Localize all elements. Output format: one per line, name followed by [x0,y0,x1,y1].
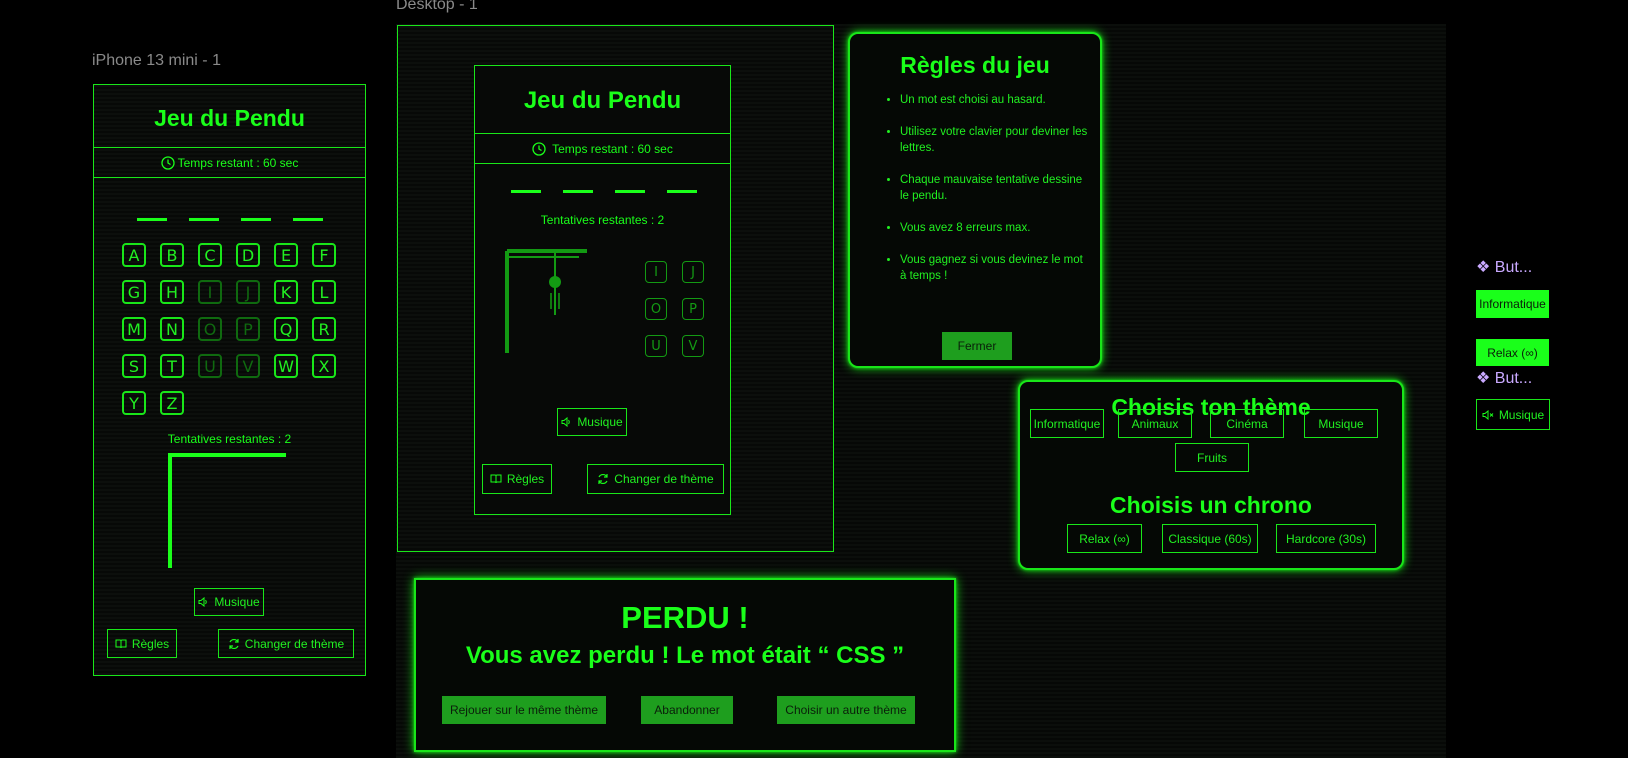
letter-key-m[interactable]: M [122,317,146,341]
desktop-rules-button[interactable]: Règles [482,464,552,494]
mobile-frame: Jeu du Pendu Temps restant : 60 sec ABCD… [93,84,366,676]
used-letter-i: I [645,261,667,283]
letter-key-y[interactable]: Y [122,391,146,415]
lose-title: PERDU ! [621,600,749,635]
theme-options: Informatique Animaux Cinéma Musique Fruits Re… [1020,382,1402,568]
refresh-icon [228,638,240,650]
mobile-attempts: Tentatives restantes : 2 [167,432,292,446]
replay-same-theme-button[interactable]: Rejouer sur le même thème [442,696,606,724]
mobile-change-theme-label: Changer de thème [244,636,345,651]
letter-key-d[interactable]: D [236,243,260,267]
desktop-frame-label: Desktop - 1 [396,0,478,13]
letter-key-b[interactable]: B [160,243,184,267]
letter-key-z[interactable]: Z [160,391,184,415]
desktop-rules-label: Règles [506,472,545,486]
component-music-button[interactable]: Musique [1476,399,1550,430]
mobile-rules-label: Règles [131,636,170,651]
used-letter-o: O [645,298,667,320]
theme-option-animaux[interactable]: Animaux [1118,409,1192,438]
letter-key-l[interactable]: L [312,280,336,304]
lose-modal: PERDU ! Vous avez perdu ! Le mot était “… [414,578,956,752]
mobile-change-theme-button[interactable]: Changer de thème [218,629,354,658]
rule-item: Un mot est choisi au hasard. [900,92,1090,108]
chrono-option-1[interactable]: Classique (60s) [1162,524,1258,553]
chrono-option-2[interactable]: Hardcore (30s) [1276,524,1376,553]
letter-key-v: V [236,354,260,378]
desktop-music-button[interactable]: Musique [557,408,627,436]
letter-key-q[interactable]: Q [274,317,298,341]
letter-key-w[interactable]: W [274,354,298,378]
desktop-game-card: Jeu du Pendu Temps restant : 60 sec Tent… [474,65,731,515]
letter-key-k[interactable]: K [274,280,298,304]
gallows-post [168,453,172,568]
letter-key-a[interactable]: A [122,243,146,267]
letter-key-c[interactable]: C [198,243,222,267]
letter-key-p: P [236,317,260,341]
used-letter-p: P [682,298,704,320]
theme-option-cinema[interactable]: Cinéma [1210,409,1284,438]
speaker-muted-icon [1482,409,1494,420]
letter-key-j: J [236,280,260,304]
rules-list: Un mot est choisi au hasard. Utilisez vot… [900,92,1090,300]
letter-key-x[interactable]: X [312,354,336,378]
component-relax-button[interactable]: Relax (∞) [1476,339,1549,366]
desktop-change-theme-label: Changer de thème [614,472,714,486]
desktop-used-letters: IJOPUV [475,66,730,514]
letter-key-f[interactable]: F [312,243,336,267]
mobile-keyboard: ABCDEF GHIJKL MNOPQR STUVWX YZ [94,85,365,675]
used-letter-j: J [682,261,704,283]
used-letter-u: U [645,335,667,357]
speaker-icon [198,597,209,607]
letter-key-o: O [198,317,222,341]
desktop-music-label: Musique [577,415,623,429]
book-icon [115,639,127,649]
refresh-icon [597,473,609,485]
rules-modal: Règles du jeu Un mot est choisi au hasar… [848,32,1102,368]
component-music-label: Musique [1498,407,1545,422]
chrono-title: Choisis un chrono [1110,492,1312,518]
rule-item: Vous gagnez si vous devinez le mot à tem… [900,252,1090,284]
letter-key-u: U [198,354,222,378]
chrono-option-0[interactable]: Relax (∞) [1067,524,1142,553]
component-label-button-2: ❖ But... [1476,370,1533,387]
speaker-icon [561,417,572,427]
theme-modal: Choisis ton thème Informatique Animaux Cin… [1018,380,1404,570]
component-informatique-button[interactable]: Informatique [1476,290,1549,318]
letter-key-i: I [198,280,222,304]
mobile-music-label: Musique [214,595,260,609]
letter-key-r[interactable]: R [312,317,336,341]
choose-other-theme-button[interactable]: Choisir un autre thème [777,696,915,724]
theme-option-musique[interactable]: Musique [1304,409,1378,438]
theme-option-fruits[interactable]: Fruits [1175,443,1249,472]
book-icon [490,474,502,484]
letter-key-n[interactable]: N [160,317,184,341]
theme-option-informatique[interactable]: Informatique [1030,409,1104,438]
letter-key-e[interactable]: E [274,243,298,267]
gallows-beam [168,453,286,457]
used-letter-v: V [682,335,704,357]
letter-key-h[interactable]: H [160,280,184,304]
letter-key-g[interactable]: G [122,280,146,304]
rules-close-button[interactable]: Fermer [942,332,1012,360]
desktop-change-theme-button[interactable]: Changer de thème [587,464,724,494]
rule-item: Chaque mauvaise tentative dessine le pen… [900,172,1090,204]
abandon-button[interactable]: Abandonner [641,696,733,724]
letter-key-s[interactable]: S [122,354,146,378]
rule-item: Vous avez 8 erreurs max. [900,220,1090,236]
rule-item: Utilisez votre clavier pour deviner les … [900,124,1090,156]
mobile-rules-button[interactable]: Règles [107,629,177,658]
letter-key-t[interactable]: T [160,354,184,378]
rules-title: Règles du jeu [900,52,1050,78]
lose-message: Vous avez perdu ! Le mot était “ CSS ” [465,642,905,669]
component-label-button-1: ❖ But... [1476,259,1533,276]
mobile-music-button[interactable]: Musique [194,588,264,616]
mobile-frame-label: iPhone 13 mini - 1 [92,52,221,69]
